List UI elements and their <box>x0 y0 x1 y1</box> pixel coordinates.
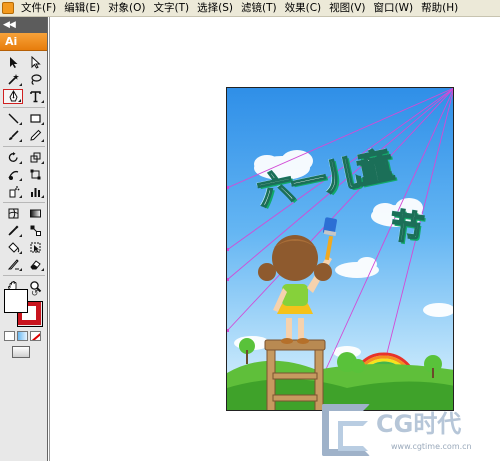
tool-separator <box>3 146 45 147</box>
paintbrush-tool-icon[interactable] <box>3 128 23 143</box>
toolbox: ◀◀ Ai ↺ <box>0 17 48 461</box>
menu-edit[interactable]: 编辑(E) <box>60 0 104 17</box>
color-mode-buttons <box>4 331 41 341</box>
magic-wand-tool-icon[interactable] <box>3 72 23 87</box>
direct-selection-tool-icon[interactable] <box>25 55 45 70</box>
menu-effect[interactable]: 效果(C) <box>281 0 326 17</box>
eyedropper-tool-icon[interactable] <box>3 223 23 238</box>
color-mode-button[interactable] <box>4 331 15 341</box>
mesh-tool-icon[interactable] <box>3 206 23 221</box>
live-paint-bucket-tool-icon[interactable] <box>3 240 23 255</box>
tool-grid <box>0 51 47 294</box>
watermark-title: CG时代 <box>376 410 462 438</box>
menu-help[interactable]: 帮助(H) <box>417 0 462 17</box>
cgtime-watermark: CG时代 www.cgtime.com.cn <box>322 400 500 461</box>
fill-swatch[interactable] <box>4 289 28 313</box>
title-text-line2: 节 <box>386 205 427 251</box>
menu-select[interactable]: 选择(S) <box>193 0 237 17</box>
tool-separator <box>3 107 45 108</box>
pen-tool-icon[interactable] <box>3 89 23 104</box>
blend-tool-icon[interactable] <box>25 223 45 238</box>
menu-view[interactable]: 视图(V) <box>325 0 369 17</box>
tool-separator <box>3 202 45 203</box>
tools-panel: ◀◀ Ai ↺ <box>0 17 48 461</box>
eraser-tool-icon[interactable] <box>25 257 45 272</box>
swap-fill-stroke-icon[interactable]: ↺ <box>31 289 39 299</box>
illustrator-app-icon[interactable] <box>2 2 14 14</box>
rotate-tool-icon[interactable] <box>3 150 23 165</box>
pencil-tool-icon[interactable] <box>25 128 45 143</box>
warp-tool-icon[interactable] <box>3 167 23 182</box>
symbol-sprayer-tool-icon[interactable] <box>3 184 23 199</box>
paint-brush <box>323 217 337 261</box>
watermark-url: www.cgtime.com.cn <box>391 442 472 451</box>
menu-type[interactable]: 文字(T) <box>150 0 194 17</box>
menu-window[interactable]: 窗口(W) <box>370 0 418 17</box>
girl-figure <box>258 235 332 344</box>
screen-mode-button[interactable] <box>12 346 30 358</box>
none-mode-button[interactable] <box>30 331 41 341</box>
selection-tool-icon[interactable] <box>3 55 23 70</box>
menu-object[interactable]: 对象(O) <box>104 0 149 17</box>
type-tool-icon[interactable] <box>25 89 45 104</box>
cgtime-logo-icon <box>322 404 370 456</box>
live-paint-selection-tool-icon[interactable] <box>25 240 45 255</box>
menu-filter[interactable]: 滤镜(T) <box>237 0 281 17</box>
fill-stroke-swatches: ↺ <box>3 289 45 329</box>
lasso-tool-icon[interactable] <box>25 72 45 87</box>
ai-logo: Ai <box>0 33 47 51</box>
tool-separator <box>3 275 45 276</box>
free-transform-tool-icon[interactable] <box>25 167 45 182</box>
stool <box>264 339 326 410</box>
slice-tool-icon[interactable] <box>3 257 23 272</box>
rectangle-tool-icon[interactable] <box>25 111 45 126</box>
gradient-tool-icon[interactable] <box>25 206 45 221</box>
scale-tool-icon[interactable] <box>25 150 45 165</box>
column-graph-tool-icon[interactable] <box>25 184 45 199</box>
menu-bar: 文件(F) 编辑(E) 对象(O) 文字(T) 选择(S) 滤镜(T) 效果(C… <box>0 0 500 17</box>
menu-file[interactable]: 文件(F) <box>17 0 60 17</box>
panel-collapse-button[interactable]: ◀◀ <box>0 17 47 33</box>
gradient-mode-button[interactable] <box>17 331 28 341</box>
line-segment-tool-icon[interactable] <box>3 111 23 126</box>
